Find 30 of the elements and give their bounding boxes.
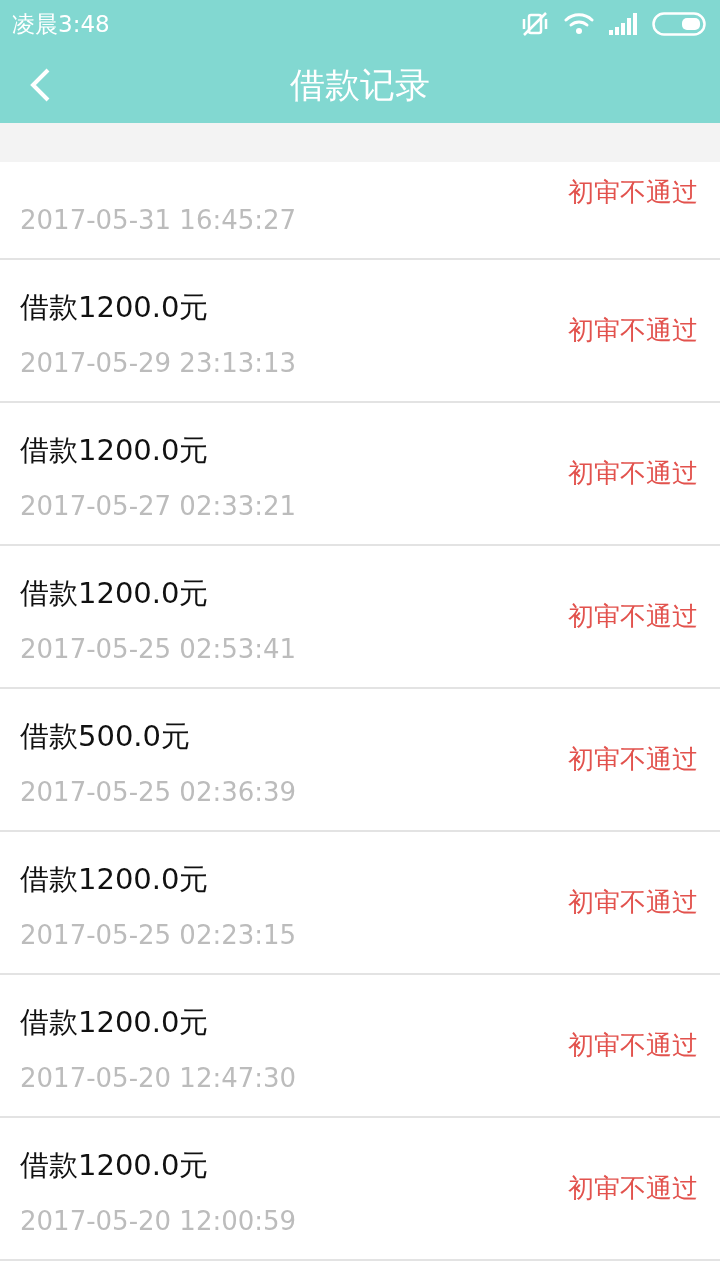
loan-amount: 借款500.0元 bbox=[20, 717, 192, 755]
vibrate-off-icon bbox=[520, 11, 550, 37]
battery-icon bbox=[652, 12, 706, 36]
loan-amount: 借款1200.0元 bbox=[20, 431, 210, 469]
record-date: 2017-05-31 16:45:27 bbox=[20, 205, 297, 235]
review-status: 初审不通过 bbox=[568, 457, 698, 490]
loan-amount: 借款1200.0元 bbox=[20, 860, 210, 898]
review-status: 初审不通过 bbox=[568, 175, 698, 209]
page-title: 借款记录 bbox=[290, 64, 430, 107]
status-time: 凌晨3:48 bbox=[12, 9, 110, 39]
review-status: 初审不通过 bbox=[568, 1029, 698, 1062]
record-date: 2017-05-25 02:23:15 bbox=[20, 919, 297, 950]
review-status: 初审不通过 bbox=[568, 600, 698, 633]
review-status: 初审不通过 bbox=[568, 886, 698, 919]
record-date: 2017-05-27 02:33:21 bbox=[20, 490, 297, 521]
loan-amount: 借款1200.0元 bbox=[20, 574, 210, 612]
signal-icon bbox=[608, 13, 638, 35]
loan-amount: 借款1200.0元 bbox=[20, 288, 210, 326]
wifi-icon bbox=[564, 12, 594, 36]
record-date: 2017-05-20 12:00:59 bbox=[20, 1205, 297, 1236]
loan-amount: 借款1200.0元 bbox=[20, 1146, 210, 1184]
back-icon[interactable] bbox=[29, 67, 51, 103]
record-date: 2017-05-29 23:13:13 bbox=[20, 347, 297, 378]
review-status: 初审不通过 bbox=[568, 743, 698, 776]
record-date: 2017-05-20 12:47:30 bbox=[20, 1062, 297, 1093]
loan-amount: 借款1200.0元 bbox=[20, 1003, 210, 1041]
review-status: 初审不通过 bbox=[568, 1172, 698, 1205]
record-date: 2017-05-25 02:36:39 bbox=[20, 776, 297, 807]
review-status: 初审不通过 bbox=[568, 314, 698, 347]
record-date: 2017-05-25 02:53:41 bbox=[20, 633, 297, 664]
